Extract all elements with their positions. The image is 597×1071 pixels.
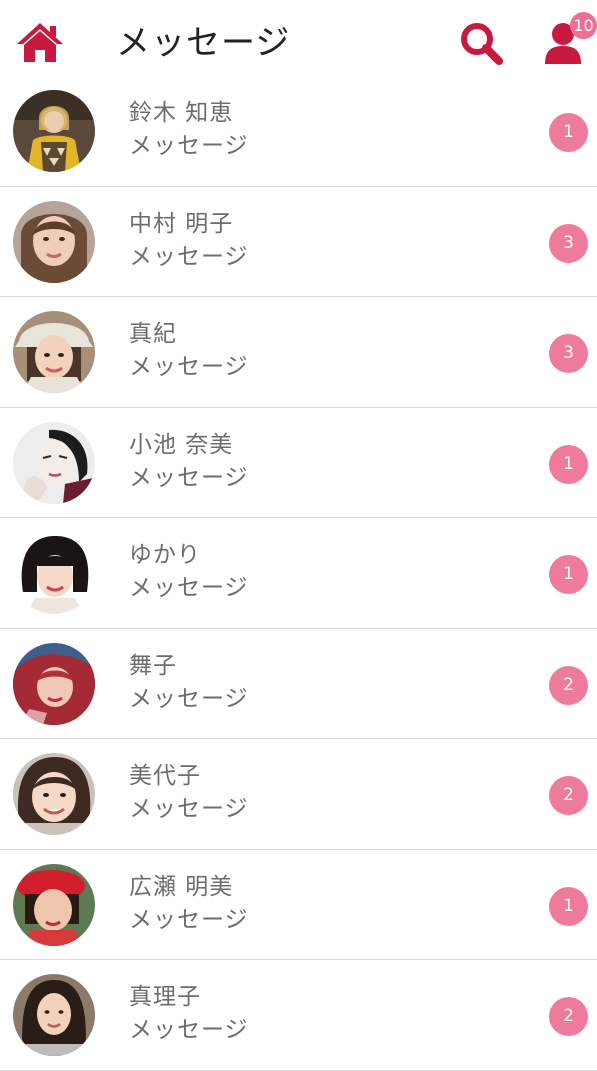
unread-count-badge: 1 [549,113,588,152]
conversation-row[interactable]: 小池 奈美 メッセージ 1 [0,408,597,518]
avatar [13,753,95,835]
search-icon [461,23,503,65]
conversation-row[interactable]: 美代子 メッセージ 2 [0,739,597,850]
conversation-row[interactable]: 中村 明子 メッセージ 3 [0,187,597,297]
search-button[interactable] [457,20,505,68]
unread-count-badge: 2 [549,997,588,1036]
app-header: メッセージ 10 [0,0,597,86]
message-preview: メッセージ [129,796,249,822]
message-preview: メッセージ [129,685,249,712]
contact-name: 鈴木 知恵 [129,100,234,126]
avatar [13,200,95,283]
contact-name: 真紀 [129,321,177,347]
unread-count-badge: 1 [549,555,588,594]
unread-count-badge: 2 [549,665,588,705]
avatar [13,532,95,614]
message-preview: メッセージ [129,354,249,380]
notification-badge: 10 [570,12,597,39]
contact-name: 中村 明子 [129,210,234,237]
home-icon [17,23,63,62]
conversation-list: 鈴木 知恵 メッセージ 1 中村 明子 メッセージ 3 真紀 メッセージ 3 小… [0,76,597,1071]
conversation-row[interactable]: 鈴木 知恵 メッセージ 1 [0,76,597,187]
unread-count-badge: 3 [549,223,588,263]
message-preview: メッセージ [129,133,249,159]
avatar [13,863,95,946]
message-preview: メッセージ [129,575,249,601]
contact-name: 美代子 [129,763,201,789]
contact-name: 小池 奈美 [129,431,234,458]
conversation-row[interactable]: 広瀬 明美 メッセージ 1 [0,850,597,960]
message-preview: メッセージ [129,243,249,270]
avatar [13,421,95,504]
unread-count-badge: 2 [549,776,588,815]
contact-name: ゆかり [129,542,201,568]
page-title: メッセージ [116,23,291,63]
contact-name: 広瀬 明美 [129,873,234,900]
message-preview: メッセージ [129,906,249,933]
conversation-row[interactable]: ゆかり メッセージ 1 [0,518,597,629]
message-preview: メッセージ [129,464,249,491]
contact-name: 舞子 [129,652,177,679]
avatar [13,974,95,1056]
unread-count-badge: 1 [549,886,588,926]
avatar [13,90,95,172]
unread-count-badge: 3 [549,334,588,373]
unread-count-badge: 1 [549,444,588,484]
conversation-row[interactable]: 舞子 メッセージ 2 [0,629,597,739]
avatar [13,642,95,725]
conversation-row[interactable]: 真理子 メッセージ 2 [0,960,597,1071]
conversation-row[interactable]: 真紀 メッセージ 3 [0,297,597,408]
contact-name: 真理子 [129,984,201,1010]
message-preview: メッセージ [129,1017,249,1043]
avatar [13,311,95,393]
home-button[interactable] [14,20,66,66]
